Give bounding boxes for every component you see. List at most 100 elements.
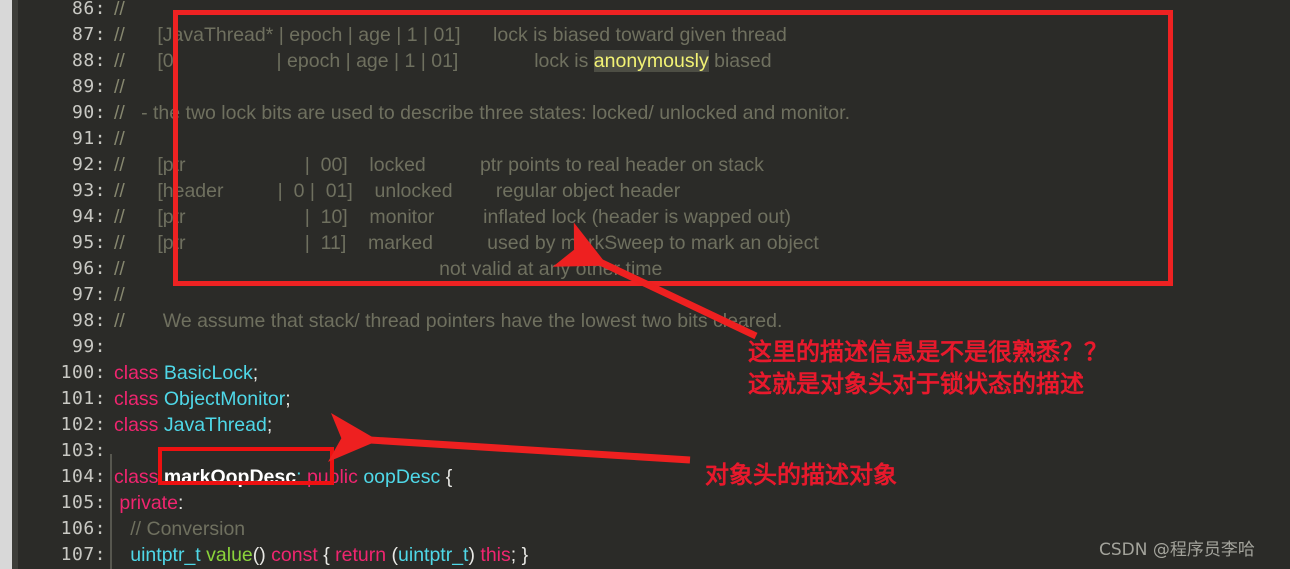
line-number: 86: xyxy=(71,0,106,19)
code-token: // xyxy=(114,76,125,98)
line-content: // xyxy=(114,0,125,22)
code-token: class xyxy=(114,466,164,488)
line-content: // not valid at any other time xyxy=(114,256,662,282)
code-token: // xyxy=(114,284,125,306)
line-content: // [JavaThread* | epoch | age | 1 | 01] … xyxy=(114,22,787,48)
line-number: 95: xyxy=(71,232,106,253)
code-token: not valid at any other time xyxy=(124,258,663,280)
line-content: class JavaThread; xyxy=(114,412,272,438)
code-token: ; xyxy=(285,388,291,410)
annotation-note-lock-states: 这里的描述信息是不是很熟悉？？ 这就是对象头对于锁状态的描述 xyxy=(748,336,1108,400)
code-token: JavaThread xyxy=(163,414,267,436)
code-token: class xyxy=(114,362,164,384)
annotation-note-line-2: 这就是对象头对于锁状态的描述 xyxy=(748,370,1084,398)
code-token: value xyxy=(206,544,253,566)
code-token: ObjectMonitor xyxy=(163,388,286,410)
line-content: private: xyxy=(114,490,183,516)
line-number: 94: xyxy=(71,206,106,227)
code-token: // xyxy=(114,128,125,150)
code-token: { xyxy=(323,544,336,566)
line-content: // [0 | epoch | age | 1 | 01] lock is an… xyxy=(114,48,772,74)
code-token: : xyxy=(296,466,307,488)
code-token: { xyxy=(440,466,453,488)
code-token: // xyxy=(114,24,125,46)
line-content: class BasicLock; xyxy=(114,360,258,386)
line-content: // xyxy=(114,282,125,308)
line-number: 88: xyxy=(71,50,106,71)
code-token: const xyxy=(265,544,324,566)
code-token: [ptr | 11] marked used by markSweep to m… xyxy=(124,232,819,254)
code-token: public xyxy=(306,466,364,488)
line-number: 106: xyxy=(60,518,106,539)
code-token: ; } xyxy=(510,544,529,566)
line-number: 105: xyxy=(60,492,106,513)
line-number: 89: xyxy=(71,76,106,97)
line-number: 103: xyxy=(60,440,106,461)
code-token: ; xyxy=(266,414,273,436)
code-token: - the two lock bits are used to describe… xyxy=(124,102,850,124)
code-token: oopDesc xyxy=(363,466,441,488)
line-content: // [header | 0 | 01] unlocked regular ob… xyxy=(114,178,680,204)
code-token: private xyxy=(114,492,178,514)
code-token: BasicLock xyxy=(163,362,253,384)
line-content: // Conversion xyxy=(114,516,245,542)
line-number: 98: xyxy=(71,310,106,331)
line-number: 100: xyxy=(60,362,106,383)
line-content: // xyxy=(114,126,125,152)
code-token: ) xyxy=(468,544,481,566)
code-token: // xyxy=(114,180,125,202)
code-token: uintptr_t xyxy=(398,544,469,566)
line-content: // - the two lock bits are used to descr… xyxy=(114,100,850,126)
line-number: 92: xyxy=(71,154,106,175)
annotation-note-2-text: 对象头的描述对象 xyxy=(705,461,897,489)
code-token: () xyxy=(252,544,266,566)
line-content: uintptr_t value() const { return (uintpt… xyxy=(114,542,528,568)
code-token: // xyxy=(114,154,125,176)
line-content: // We assume that stack/ thread pointers… xyxy=(114,308,782,334)
code-viewport[interactable]: 86: // 87: // [JavaThread* | epoch | age | … xyxy=(18,0,1290,569)
code-token: return xyxy=(335,544,392,566)
line-content: class ObjectMonitor; xyxy=(114,386,291,412)
annotation-note-markoopdesc: 对象头的描述对象 xyxy=(705,459,897,491)
code-token: class xyxy=(114,414,164,436)
annotation-note-line-1: 这里的描述信息是不是很熟悉？？ xyxy=(748,338,1108,366)
line-number: 99: xyxy=(71,336,106,357)
code-token: // Conversion xyxy=(114,518,246,540)
code-token: biased xyxy=(708,50,772,72)
code-token: [ptr | 00] locked ptr points to real hea… xyxy=(124,154,764,176)
code-token: [header | 0 | 01] unlocked regular objec… xyxy=(124,180,681,202)
line-content: // [ptr | 11] marked used by markSweep t… xyxy=(114,230,819,256)
line-number: 104: xyxy=(60,466,106,487)
line-content: // [ptr | 00] locked ptr points to real … xyxy=(114,152,764,178)
line-number: 101: xyxy=(60,388,106,409)
csdn-watermark: CSDN @程序员李哈 xyxy=(1099,540,1255,560)
highlighted-token: anonymously xyxy=(593,50,709,72)
line-number: 102: xyxy=(60,414,106,435)
window-left-margin xyxy=(0,0,12,569)
code-token: [ptr | 10] monitor inflated lock (header… xyxy=(124,206,792,228)
code-token: // xyxy=(114,310,125,332)
code-token: uintptr_t xyxy=(114,544,207,566)
line-number: 93: xyxy=(71,180,106,201)
code-token: // xyxy=(114,102,125,124)
line-content: class markOopDesc: public oopDesc { xyxy=(114,464,452,490)
code-fold-marker xyxy=(110,454,112,569)
line-number: 91: xyxy=(71,128,106,149)
line-number: 96: xyxy=(71,258,106,279)
code-token: [0 | epoch | age | 1 | 01] lock is xyxy=(124,50,594,72)
line-number: 97: xyxy=(71,284,106,305)
code-token: [JavaThread* | epoch | age | 1 | 01] loc… xyxy=(124,24,787,46)
code-token: We assume that stack/ thread pointers ha… xyxy=(124,310,783,332)
code-token: // xyxy=(114,258,125,280)
code-token: ; xyxy=(252,362,259,384)
line-number: 87: xyxy=(71,24,106,45)
line-number: 90: xyxy=(71,102,106,123)
line-content: // xyxy=(114,74,125,100)
code-token: // xyxy=(114,206,125,228)
line-content: // [ptr | 10] monitor inflated lock (hea… xyxy=(114,204,791,230)
code-token: markOopDesc xyxy=(163,466,297,488)
code-token: // xyxy=(114,0,125,20)
code-token: : xyxy=(177,492,184,514)
code-editor-screenshot: 86: // 87: // [JavaThread* | epoch | age | … xyxy=(0,0,1290,569)
code-token: class xyxy=(114,388,164,410)
